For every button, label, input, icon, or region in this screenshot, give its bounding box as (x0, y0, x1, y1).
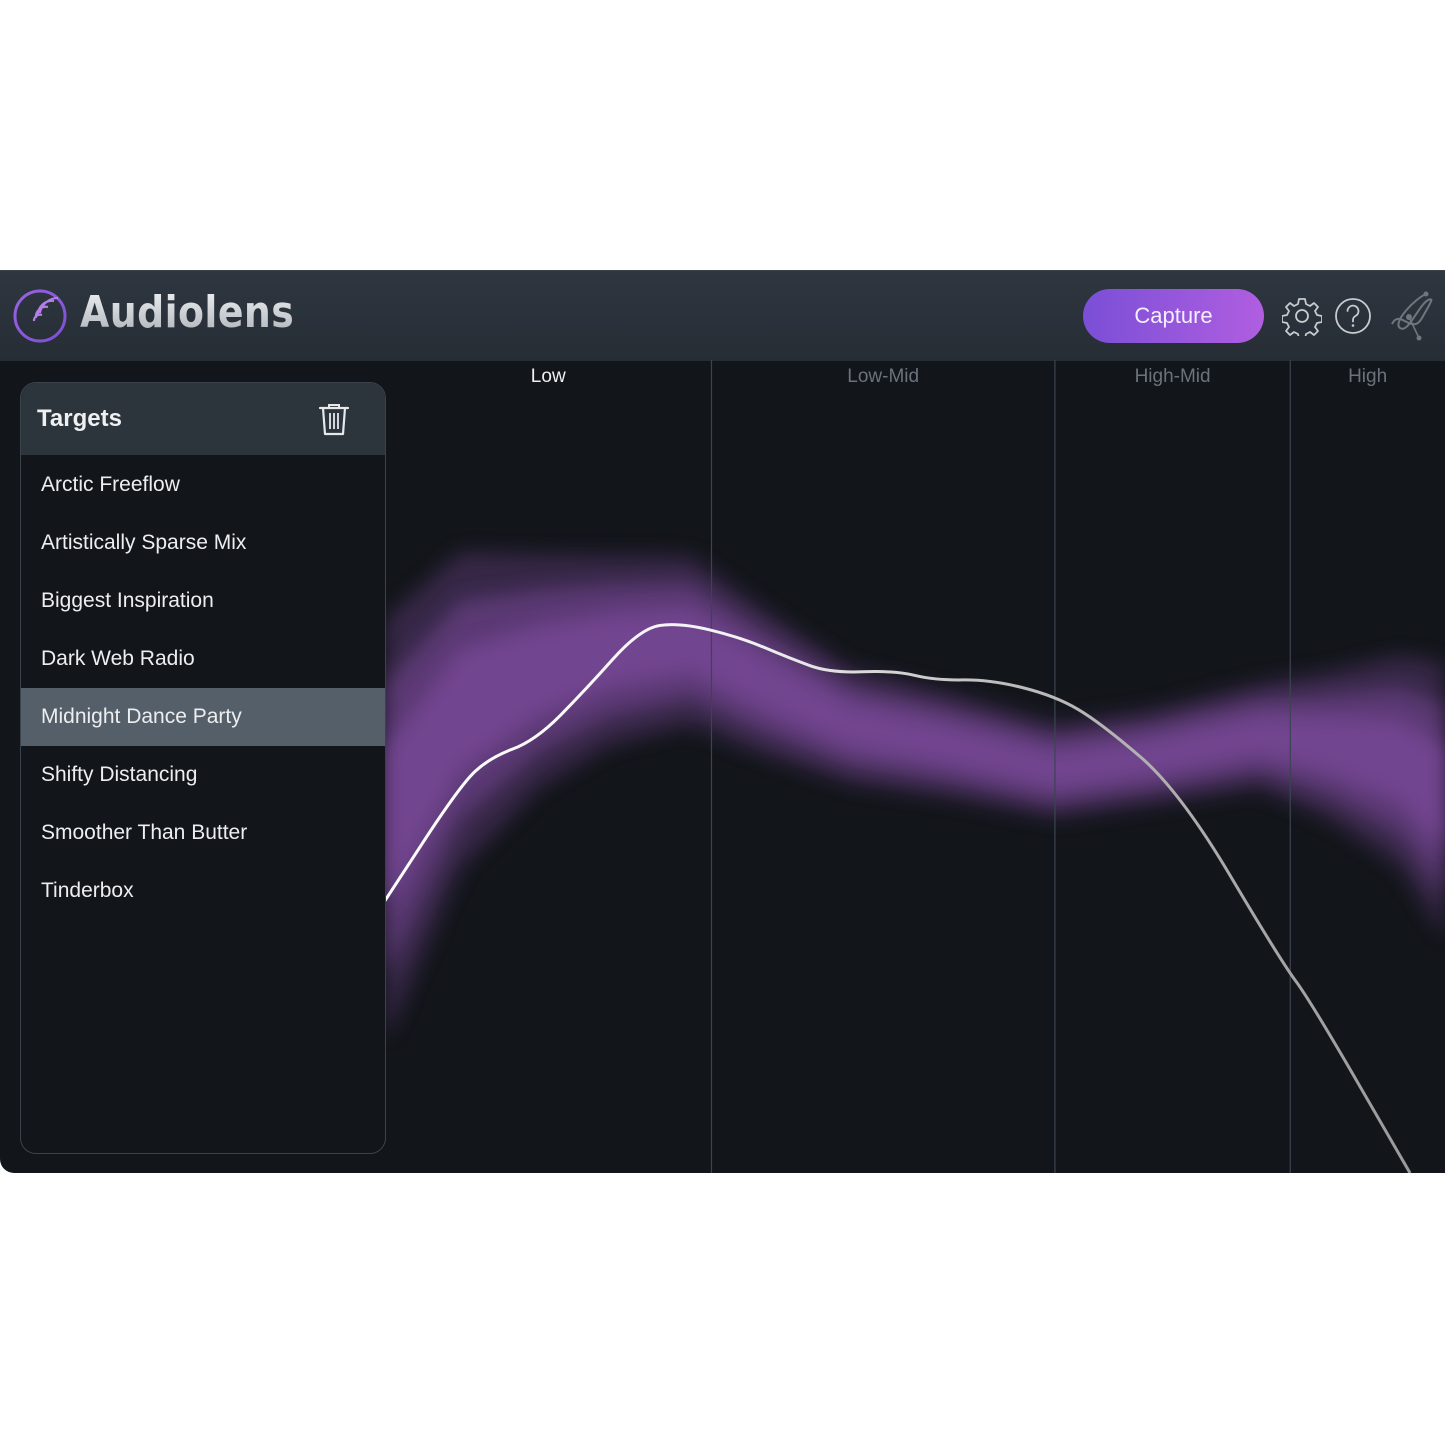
logo-icon (12, 288, 68, 344)
target-item[interactable]: Tinderbox (21, 862, 385, 920)
target-item[interactable]: Smoother Than Butter (21, 804, 385, 862)
ozone-brand-icon (1391, 291, 1433, 341)
settings-button[interactable] (1279, 293, 1325, 339)
ozone-brand-button[interactable] (1382, 291, 1440, 341)
spectrum-chart (385, 360, 1445, 1173)
gear-icon (1282, 298, 1322, 336)
audiolens-window: Audiolens Capture Low Low-Mid High-Mid H… (0, 270, 1445, 1173)
spectrum-plot[interactable]: Low Low-Mid High-Mid High (385, 360, 1445, 1173)
target-item[interactable]: Shifty Distancing (21, 746, 385, 804)
band-label-high[interactable]: High (1348, 366, 1387, 388)
band-label-low-mid[interactable]: Low-Mid (847, 366, 919, 388)
target-item-selected[interactable]: Midnight Dance Party (21, 688, 385, 746)
help-icon (1335, 298, 1371, 334)
target-item[interactable]: Arctic Freeflow (21, 456, 385, 514)
delete-target-button[interactable] (317, 401, 351, 437)
band-label-low[interactable]: Low (531, 366, 566, 388)
targets-panel: Targets Arctic Freeflow Artistically Spa… (20, 382, 386, 1154)
trash-icon (318, 404, 350, 436)
targets-list: Arctic Freeflow Artistically Sparse Mix … (21, 456, 385, 920)
help-button[interactable] (1330, 293, 1376, 339)
app-title: Audiolens (80, 287, 295, 338)
target-item[interactable]: Artistically Sparse Mix (21, 514, 385, 572)
target-item[interactable]: Dark Web Radio (21, 630, 385, 688)
targets-title: Targets (37, 405, 122, 432)
band-label-high-mid[interactable]: High-Mid (1135, 366, 1211, 388)
capture-button[interactable]: Capture (1083, 289, 1264, 343)
target-item[interactable]: Biggest Inspiration (21, 572, 385, 630)
targets-header: Targets (21, 383, 385, 455)
header-bar: Audiolens Capture (0, 270, 1445, 361)
